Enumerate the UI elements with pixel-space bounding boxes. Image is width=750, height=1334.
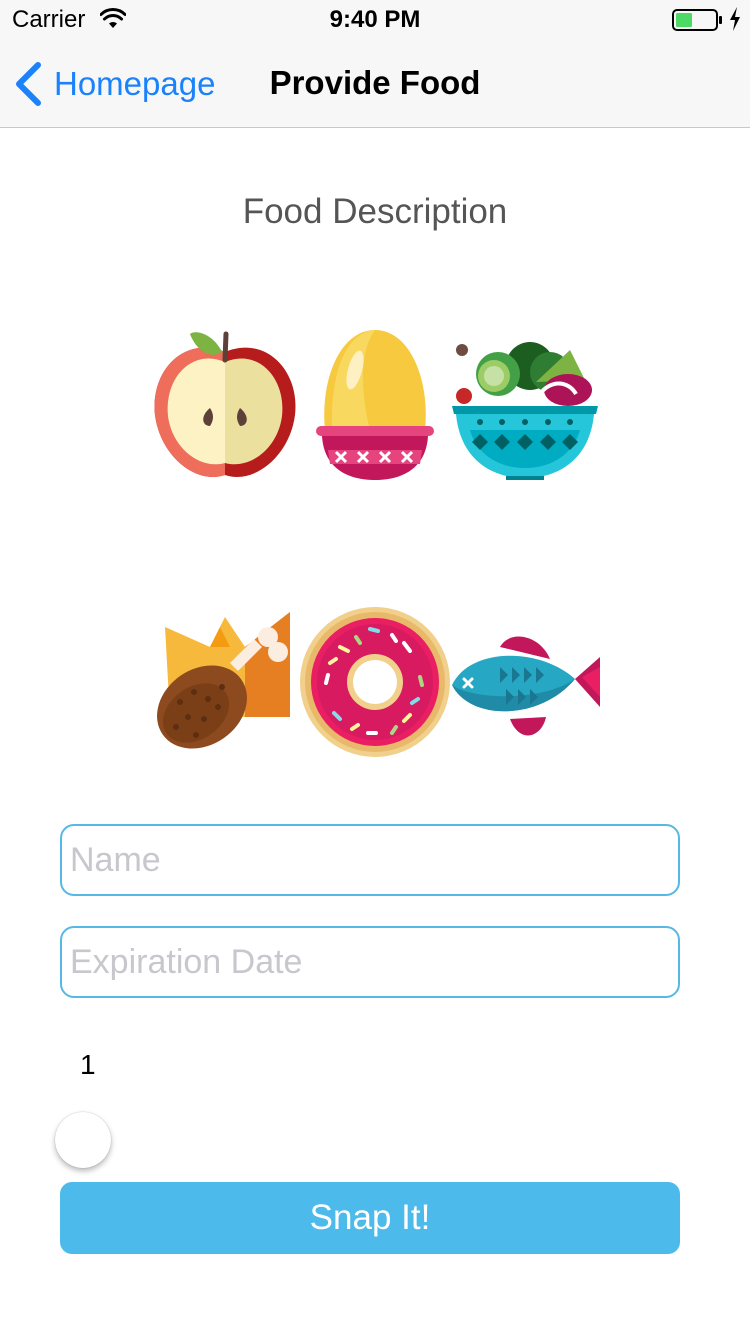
quantity-value-label: 1: [80, 1049, 96, 1080]
snap-it-button[interactable]: Snap It!: [60, 1182, 680, 1254]
page-title: Provide Food: [269, 64, 481, 101]
apple-icon: [154, 331, 296, 477]
donut-icon: [300, 607, 450, 757]
charging-bolt-icon: [730, 7, 740, 31]
expiration-date-input[interactable]: [62, 928, 678, 996]
fish-icon: [452, 636, 600, 736]
salad-bowl-icon: [452, 342, 598, 480]
food-description-heading: Food Description: [242, 192, 508, 231]
navigation-bar: Homepage Provide Food: [0, 40, 750, 128]
battery-icon: [672, 9, 722, 31]
status-bar: Carrier 9:40 PM: [0, 0, 750, 40]
quantity-slider-track[interactable]: [82, 1139, 678, 1143]
name-field[interactable]: [60, 824, 680, 896]
egg-icon: [316, 330, 434, 480]
quantity-slider-thumb[interactable]: [55, 1112, 111, 1168]
name-input[interactable]: [62, 826, 678, 894]
chicken-drumstick-icon: [157, 612, 290, 749]
clock-label: 9:40 PM: [329, 6, 421, 33]
expiration-date-field[interactable]: [60, 926, 680, 998]
